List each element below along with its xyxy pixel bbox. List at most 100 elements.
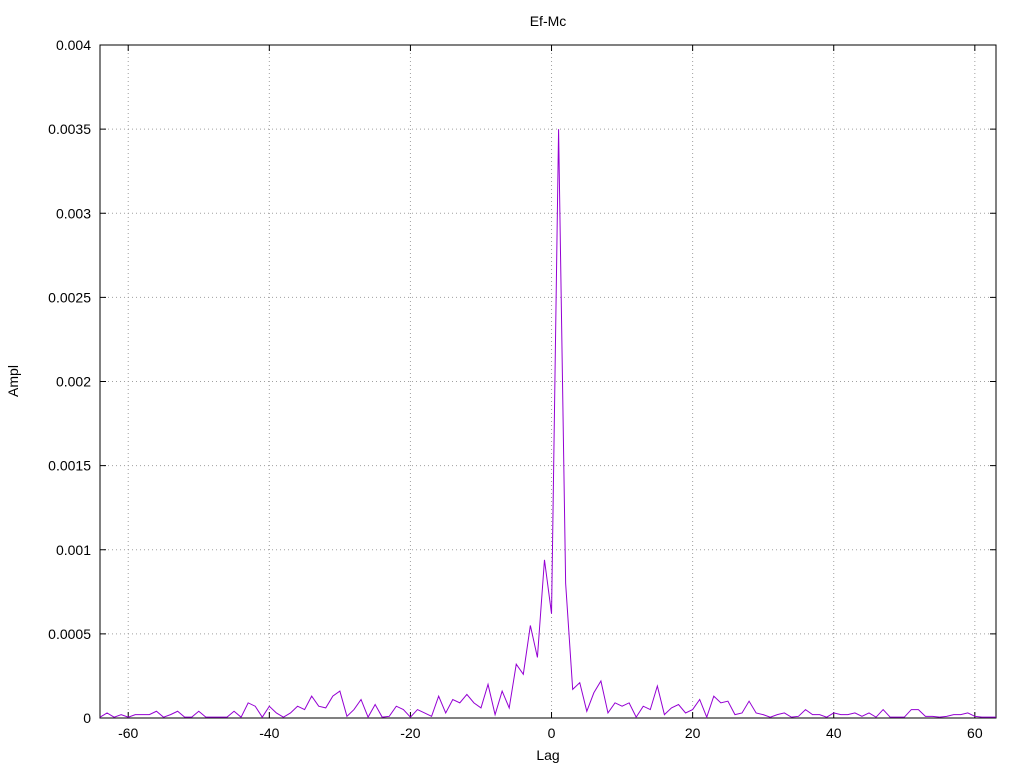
data-point	[318, 706, 319, 707]
data-point	[748, 701, 749, 702]
data-point	[720, 702, 721, 703]
data-point	[410, 717, 411, 718]
data-point	[572, 689, 573, 690]
data-point	[269, 706, 270, 707]
data-point	[593, 692, 594, 693]
data-point	[205, 717, 206, 718]
data-point	[579, 682, 580, 683]
data-point	[763, 714, 764, 715]
data-point	[629, 702, 630, 703]
data-point	[734, 714, 735, 715]
data-point	[784, 712, 785, 713]
data-point	[861, 716, 862, 717]
data-point	[636, 717, 637, 718]
chart-canvas: -60 -40 -20 0 20 40 60 0 0.0005 0.001 0.0015 0.002…	[5, 13, 997, 763]
data-point	[643, 706, 644, 707]
data-point	[114, 717, 115, 718]
data-point	[438, 696, 439, 697]
data-point	[219, 717, 220, 718]
data-point	[339, 690, 340, 691]
data-point	[798, 716, 799, 717]
data-point	[607, 712, 608, 713]
data-point	[177, 711, 178, 712]
y-tick-label: 0.004	[56, 37, 91, 53]
x-tick-label: 40	[826, 725, 842, 741]
data-point	[791, 717, 792, 718]
data-point	[403, 709, 404, 710]
data-point	[657, 685, 658, 686]
data-point	[297, 706, 298, 707]
x-tick-label: -20	[400, 725, 420, 741]
data-point	[988, 717, 989, 718]
data-point	[875, 717, 876, 718]
data-point	[255, 706, 256, 707]
data-point	[241, 717, 242, 718]
data-point	[544, 559, 545, 560]
data-point	[149, 714, 150, 715]
data-point	[995, 717, 996, 718]
data-point	[621, 706, 622, 707]
data-point	[304, 709, 305, 710]
data-point	[932, 716, 933, 717]
x-tick-labels: -60 -40 -20 0 20 40 60	[118, 725, 983, 741]
data-point	[819, 714, 820, 715]
data-point	[375, 704, 376, 705]
data-point	[551, 613, 552, 614]
chart-title: Ef-Mc	[530, 13, 567, 29]
data-point	[424, 712, 425, 713]
data-point	[939, 717, 940, 718]
data-point	[904, 717, 905, 718]
data-point	[487, 684, 488, 685]
data-point	[833, 712, 834, 713]
data-point	[805, 709, 806, 710]
data-point	[706, 717, 707, 718]
y-tick-label: 0.0005	[48, 626, 91, 642]
data-point	[812, 714, 813, 715]
data-point	[671, 707, 672, 708]
data-point	[614, 702, 615, 703]
y-tick-label: 0.003	[56, 205, 91, 221]
data-point	[353, 709, 354, 710]
data-point	[678, 704, 679, 705]
data-point	[382, 717, 383, 718]
data-point	[311, 696, 312, 697]
data-point	[967, 712, 968, 713]
data-point	[494, 714, 495, 715]
data-point	[99, 717, 100, 718]
data-point	[883, 709, 884, 710]
data-point	[911, 709, 912, 710]
data-point	[586, 711, 587, 712]
data-point	[142, 714, 143, 715]
data-point	[325, 707, 326, 708]
data-point	[840, 714, 841, 715]
data-point	[184, 717, 185, 718]
data-point	[847, 714, 848, 715]
data-point	[135, 714, 136, 715]
x-tick-label: 60	[967, 725, 983, 741]
data-point	[452, 699, 453, 700]
data-point	[233, 711, 234, 712]
series-line	[99, 129, 996, 719]
y-tick-label: 0	[83, 710, 91, 726]
data-point	[530, 625, 531, 626]
data-point	[128, 717, 129, 718]
data-point	[516, 664, 517, 665]
x-tick-label: 20	[685, 725, 701, 741]
grid-lines	[100, 44, 996, 719]
data-point	[946, 716, 947, 717]
data-point	[276, 712, 277, 713]
data-point	[163, 717, 164, 718]
data-point	[466, 694, 467, 695]
data-point	[770, 717, 771, 718]
data-point	[283, 717, 284, 718]
data-point	[918, 709, 919, 710]
data-point	[890, 717, 891, 718]
data-point	[445, 712, 446, 713]
y-tick-labels: 0 0.0005 0.001 0.0015 0.002 0.0025 0.003 0.0035…	[48, 37, 91, 726]
data-point	[396, 706, 397, 707]
data-point	[431, 716, 432, 717]
data-point	[692, 709, 693, 710]
data-point	[290, 712, 291, 713]
data-point	[248, 702, 249, 703]
data-point	[212, 717, 213, 718]
